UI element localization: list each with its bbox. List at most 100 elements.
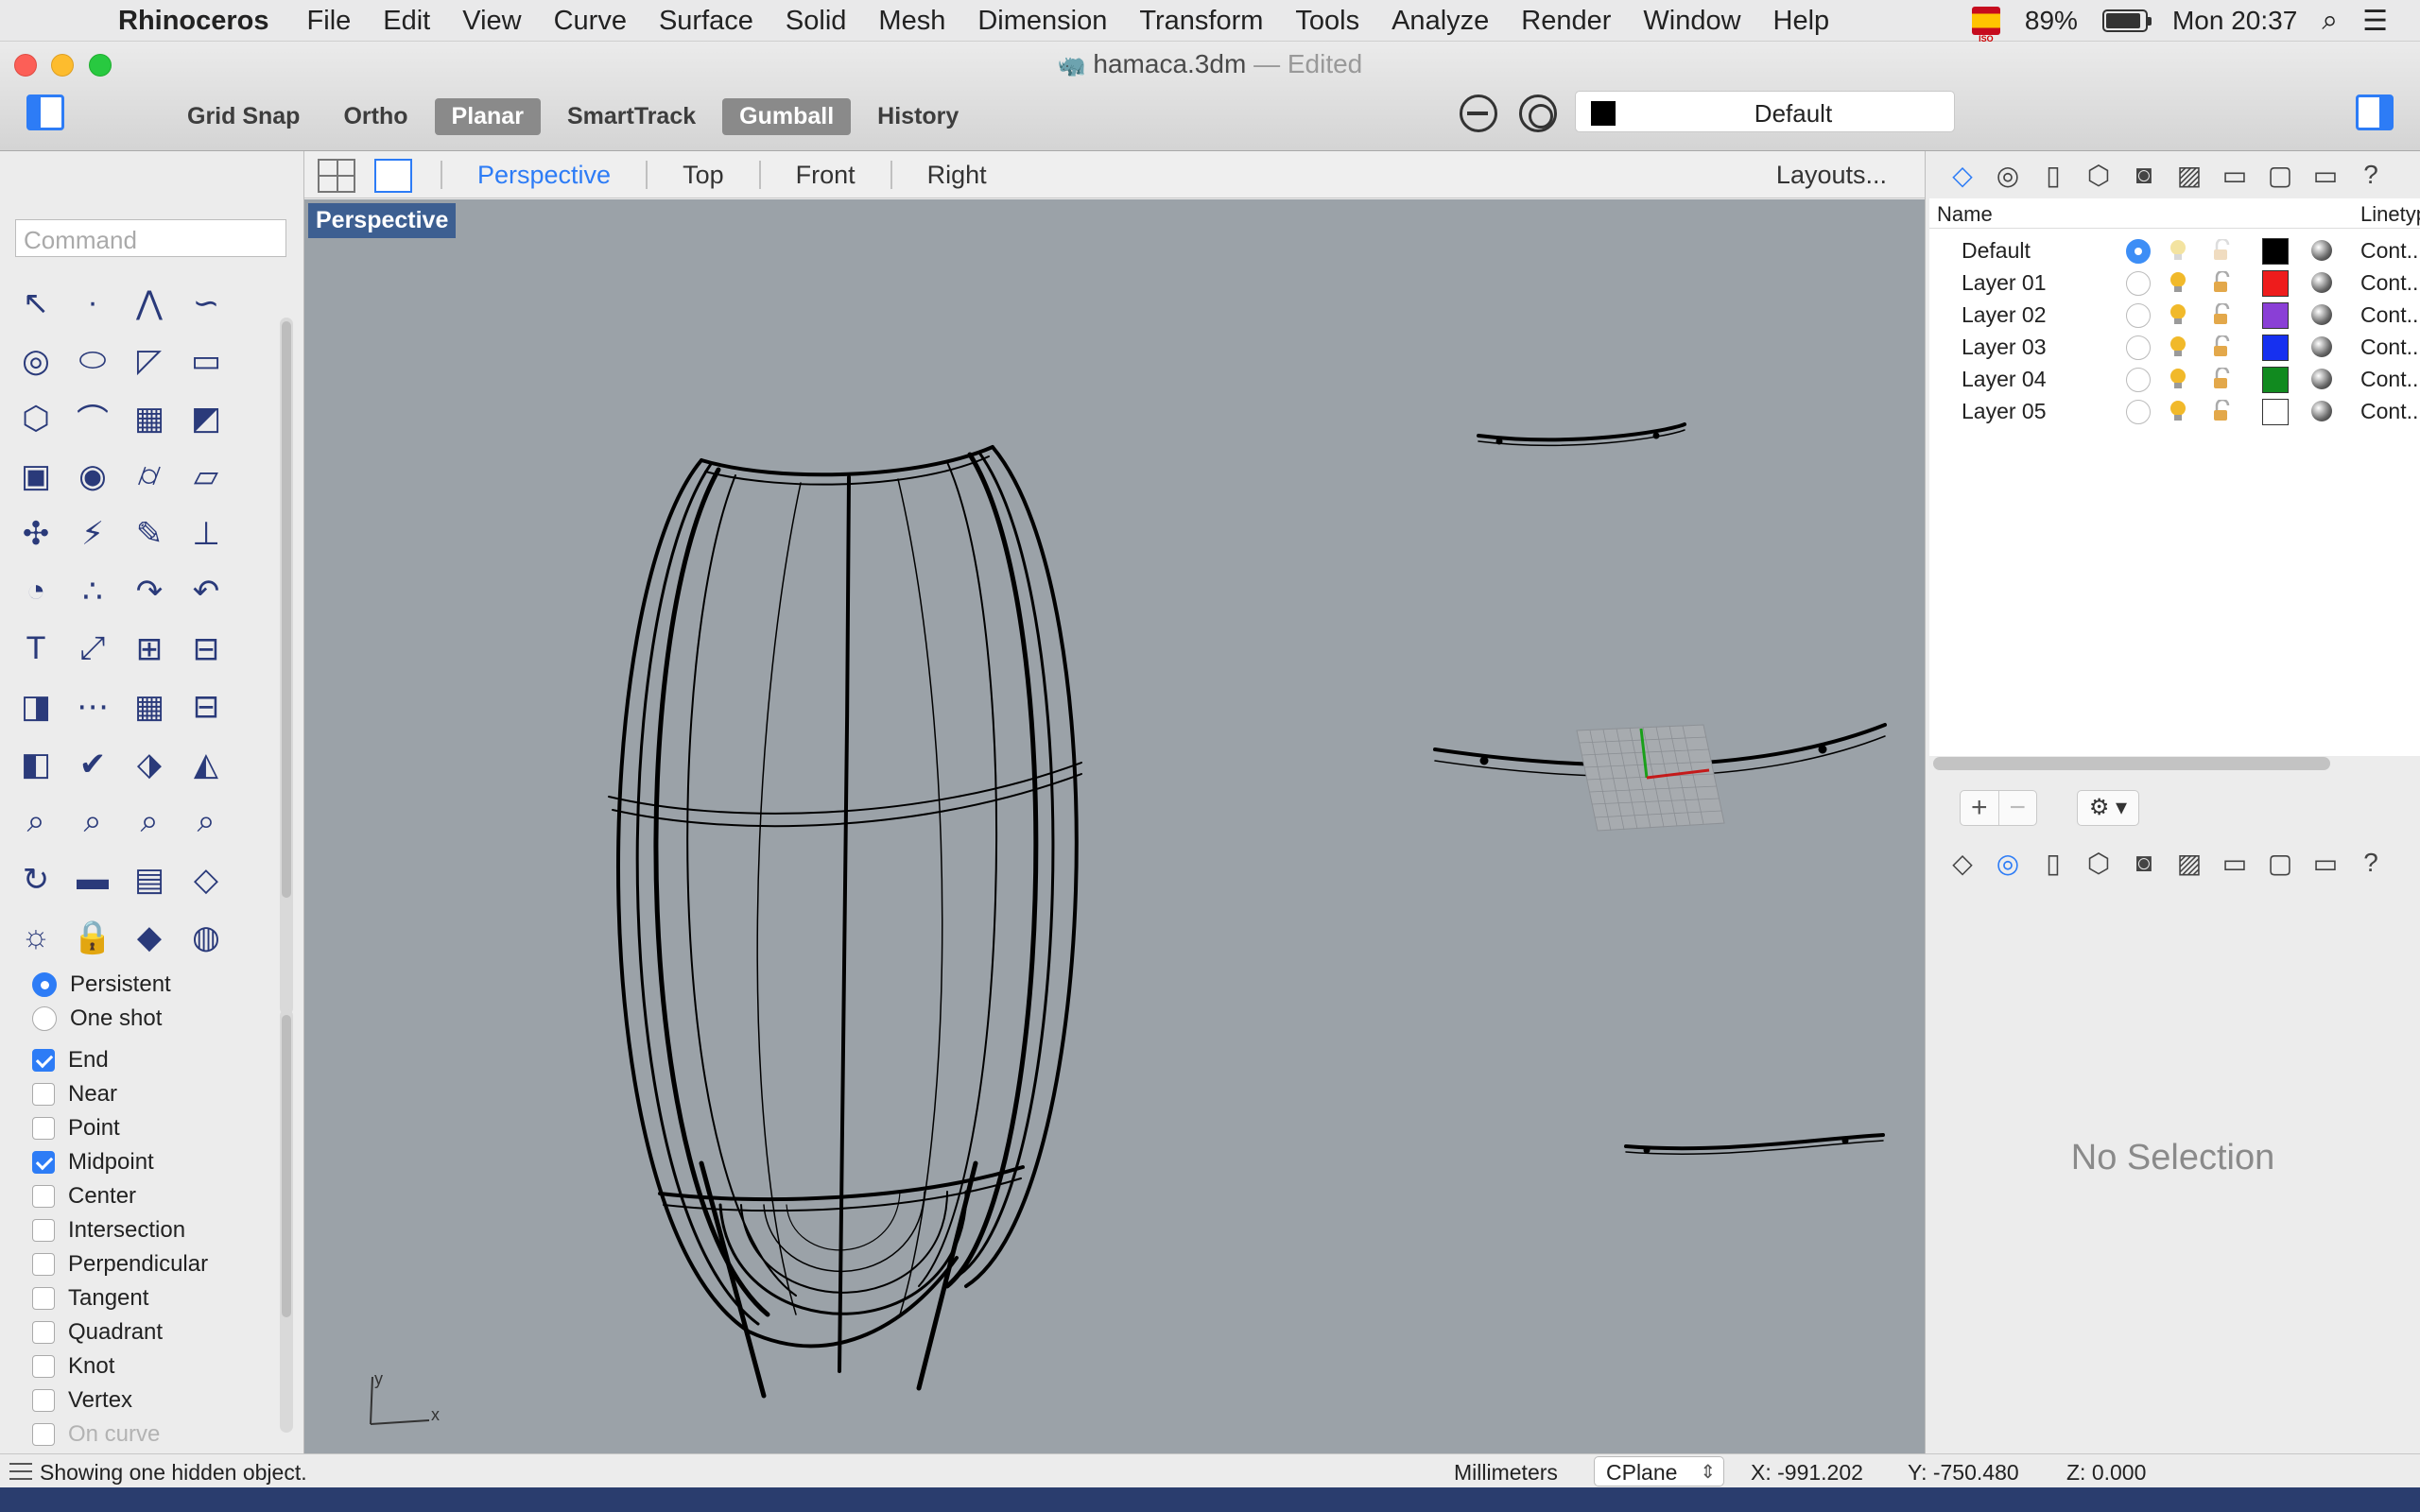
toggle-right-sidebar-button[interactable]: [2356, 94, 2394, 130]
array-points-tool-icon[interactable]: ∴: [64, 562, 121, 620]
menu-render[interactable]: Render: [1505, 0, 1627, 42]
layer-tools-tool-icon[interactable]: ◆: [121, 908, 178, 966]
input-source-flag-icon[interactable]: ISO: [1971, 7, 2000, 43]
color-wheel-tool-icon[interactable]: ◍: [178, 908, 234, 966]
menu-transform[interactable]: Transform: [1123, 0, 1279, 42]
tab-front[interactable]: Front: [758, 161, 890, 189]
arc-tool-icon[interactable]: ◸: [121, 332, 178, 389]
material-icon[interactable]: [2311, 272, 2332, 293]
mode-history-button[interactable]: History: [860, 98, 976, 135]
checkbox-icon[interactable]: [32, 1253, 55, 1276]
zoom-extents-tool-icon[interactable]: ⌕: [121, 793, 178, 850]
layers-col-linetype[interactable]: Linetyp: [2360, 202, 2420, 227]
snap-end[interactable]: End: [32, 1043, 208, 1077]
cut-plane-tool-icon[interactable]: ⬗: [121, 735, 178, 793]
menu-dimension[interactable]: Dimension: [961, 0, 1123, 42]
checkbox-icon[interactable]: [32, 1083, 55, 1106]
menu-window[interactable]: Window: [1627, 0, 1756, 42]
car-render-tool-icon[interactable]: ▬: [64, 850, 121, 908]
layer-row[interactable]: Default Cont..: [1929, 234, 2420, 266]
radio-icon[interactable]: [32, 1006, 57, 1031]
command-input[interactable]: Command: [15, 219, 286, 257]
select-tool-icon[interactable]: ↖: [8, 274, 64, 332]
padlock-icon[interactable]: [2211, 269, 2232, 294]
curve-tool-icon[interactable]: ∽: [178, 274, 234, 332]
display-icon[interactable]: ◎: [1990, 157, 2026, 193]
layer-color-swatch[interactable]: [2262, 367, 2289, 393]
window-icon[interactable]: ▢: [2262, 157, 2298, 193]
snap-center[interactable]: Center: [32, 1179, 208, 1213]
layer-current-radio[interactable]: [2126, 368, 2151, 392]
layers-icon[interactable]: ◇: [1945, 157, 1980, 193]
display-icon[interactable]: ◎: [1990, 845, 2026, 881]
osnap-toggle-icon[interactable]: [1519, 94, 1557, 132]
zoom-window-tool-icon[interactable]: ⌕: [64, 793, 121, 850]
camera-icon[interactable]: ◙: [2126, 845, 2162, 881]
checkbox-icon[interactable]: [32, 1287, 55, 1310]
layer-color-swatch[interactable]: [2262, 238, 2289, 265]
zoom-selected-tool-icon[interactable]: ⌕: [178, 793, 234, 850]
menu-tools[interactable]: Tools: [1279, 0, 1375, 42]
offset-tool-icon[interactable]: ↷: [121, 562, 178, 620]
menu-surface[interactable]: Surface: [643, 0, 769, 42]
snap-perpendicular[interactable]: Perpendicular: [32, 1247, 208, 1281]
mode-smarttrack-button[interactable]: SmartTrack: [550, 98, 713, 135]
layer-row[interactable]: Layer 04 Cont..: [1929, 363, 2420, 395]
layer-name[interactable]: Layer 03: [1962, 335, 2047, 360]
layer-name[interactable]: Layer 02: [1962, 302, 2047, 328]
layers-horizontal-scrollbar[interactable]: [1933, 757, 2330, 770]
layer-current-radio[interactable]: [2126, 335, 2151, 360]
notification-center-icon[interactable]: ☰: [2362, 5, 2388, 38]
layer-linetype[interactable]: Cont..: [2360, 238, 2418, 264]
monitor-icon[interactable]: ▭: [2308, 845, 2343, 881]
named-cplanes-tool-icon[interactable]: ▤: [121, 850, 178, 908]
snap-point[interactable]: Point: [32, 1111, 208, 1145]
checkbox-icon[interactable]: [32, 1049, 55, 1072]
material-icon[interactable]: [2311, 369, 2332, 389]
remove-layer-button[interactable]: −: [1997, 791, 2037, 825]
snap-intersection[interactable]: Intersection: [32, 1213, 208, 1247]
menu-mesh[interactable]: Mesh: [862, 0, 961, 42]
layer-linetype[interactable]: Cont..: [2360, 367, 2418, 392]
snap-vertex[interactable]: Vertex: [32, 1383, 208, 1418]
app-menu[interactable]: Rhinoceros: [102, 0, 285, 42]
scale-tool-icon[interactable]: ⤢: [64, 620, 121, 678]
menu-help[interactable]: Help: [1757, 0, 1846, 42]
lightbulb-icon[interactable]: [2168, 270, 2188, 295]
layer-name[interactable]: Layer 04: [1962, 367, 2047, 392]
menu-edit[interactable]: Edit: [367, 0, 446, 42]
checkbox-icon[interactable]: [32, 1219, 55, 1242]
layer-row[interactable]: Layer 01 Cont..: [1929, 266, 2420, 299]
mode-grid-snap-button[interactable]: Grid Snap: [170, 98, 317, 135]
object-icon[interactable]: ⬡: [2081, 845, 2117, 881]
spotlight-search-icon[interactable]: ⌕: [2322, 5, 2338, 37]
tab-perspective[interactable]: Perspective: [441, 161, 646, 189]
bounding-box-tool-icon[interactable]: ◇: [178, 850, 234, 908]
sphere-tool-icon[interactable]: ◉: [64, 447, 121, 505]
analyze-tool-icon[interactable]: ◧: [8, 735, 64, 793]
monitor-icon[interactable]: ▭: [2308, 157, 2343, 193]
perspective-viewport[interactable]: Perspective x y: [304, 199, 1925, 1453]
layer-name[interactable]: Layer 01: [1962, 270, 2047, 296]
point-tool-icon[interactable]: ·: [64, 274, 121, 332]
material-icon[interactable]: [2311, 240, 2332, 261]
trim-tool-icon[interactable]: ✎: [121, 505, 178, 562]
lightbulb-icon[interactable]: [2168, 399, 2188, 423]
layer-color-swatch[interactable]: [2262, 302, 2289, 329]
layer-color-swatch[interactable]: [2262, 399, 2289, 425]
lightbulb-icon[interactable]: [2168, 367, 2188, 391]
ellipse-tool-icon[interactable]: ⬭: [64, 332, 121, 389]
osnap-mode-persistent[interactable]: Persistent: [32, 968, 208, 1002]
rotate-view-tool-icon[interactable]: ↻: [8, 850, 64, 908]
polygon-tool-icon[interactable]: ⬡: [8, 389, 64, 447]
snap-near[interactable]: Near: [32, 1077, 208, 1111]
layer-linetype[interactable]: Cont..: [2360, 302, 2418, 328]
split-tool-icon[interactable]: ⊥: [178, 505, 234, 562]
layer-current-radio[interactable]: [2126, 303, 2151, 328]
checkbox-icon[interactable]: [32, 1151, 55, 1174]
padlock-icon[interactable]: [2211, 366, 2232, 390]
layer-row[interactable]: Layer 05 Cont..: [1929, 395, 2420, 427]
surface-from-curves-tool-icon[interactable]: ▦: [121, 389, 178, 447]
layer-linetype[interactable]: Cont..: [2360, 399, 2418, 424]
material-icon[interactable]: [2311, 336, 2332, 357]
